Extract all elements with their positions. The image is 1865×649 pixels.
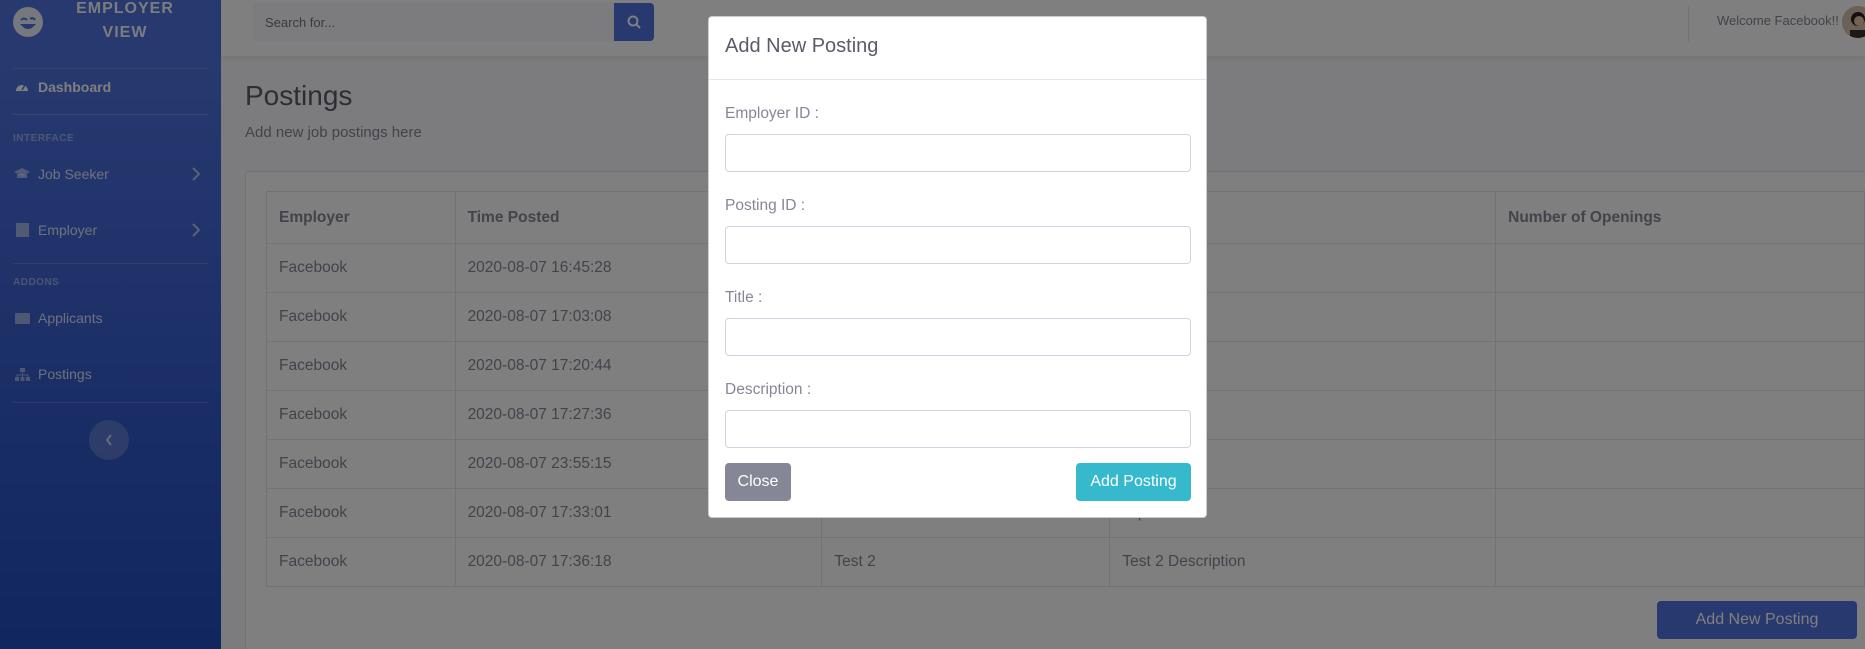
close-button[interactable]: Close — [725, 463, 791, 501]
employer-id-field[interactable] — [725, 134, 1191, 172]
add-posting-button[interactable]: Add Posting — [1076, 463, 1191, 501]
employer-id-label: Employer ID : — [725, 105, 819, 122]
posting-id-field[interactable] — [725, 226, 1191, 264]
description-label: Description : — [725, 381, 812, 398]
posting-id-label: Posting ID : — [725, 197, 806, 214]
title-field[interactable] — [725, 318, 1191, 356]
title-label: Title : — [725, 289, 763, 306]
modal-header-divider — [709, 79, 1206, 80]
add-posting-modal: Add New Posting Employer ID : Posting ID… — [708, 16, 1207, 518]
description-field[interactable] — [725, 410, 1191, 448]
modal-title: Add New Posting — [725, 35, 879, 57]
